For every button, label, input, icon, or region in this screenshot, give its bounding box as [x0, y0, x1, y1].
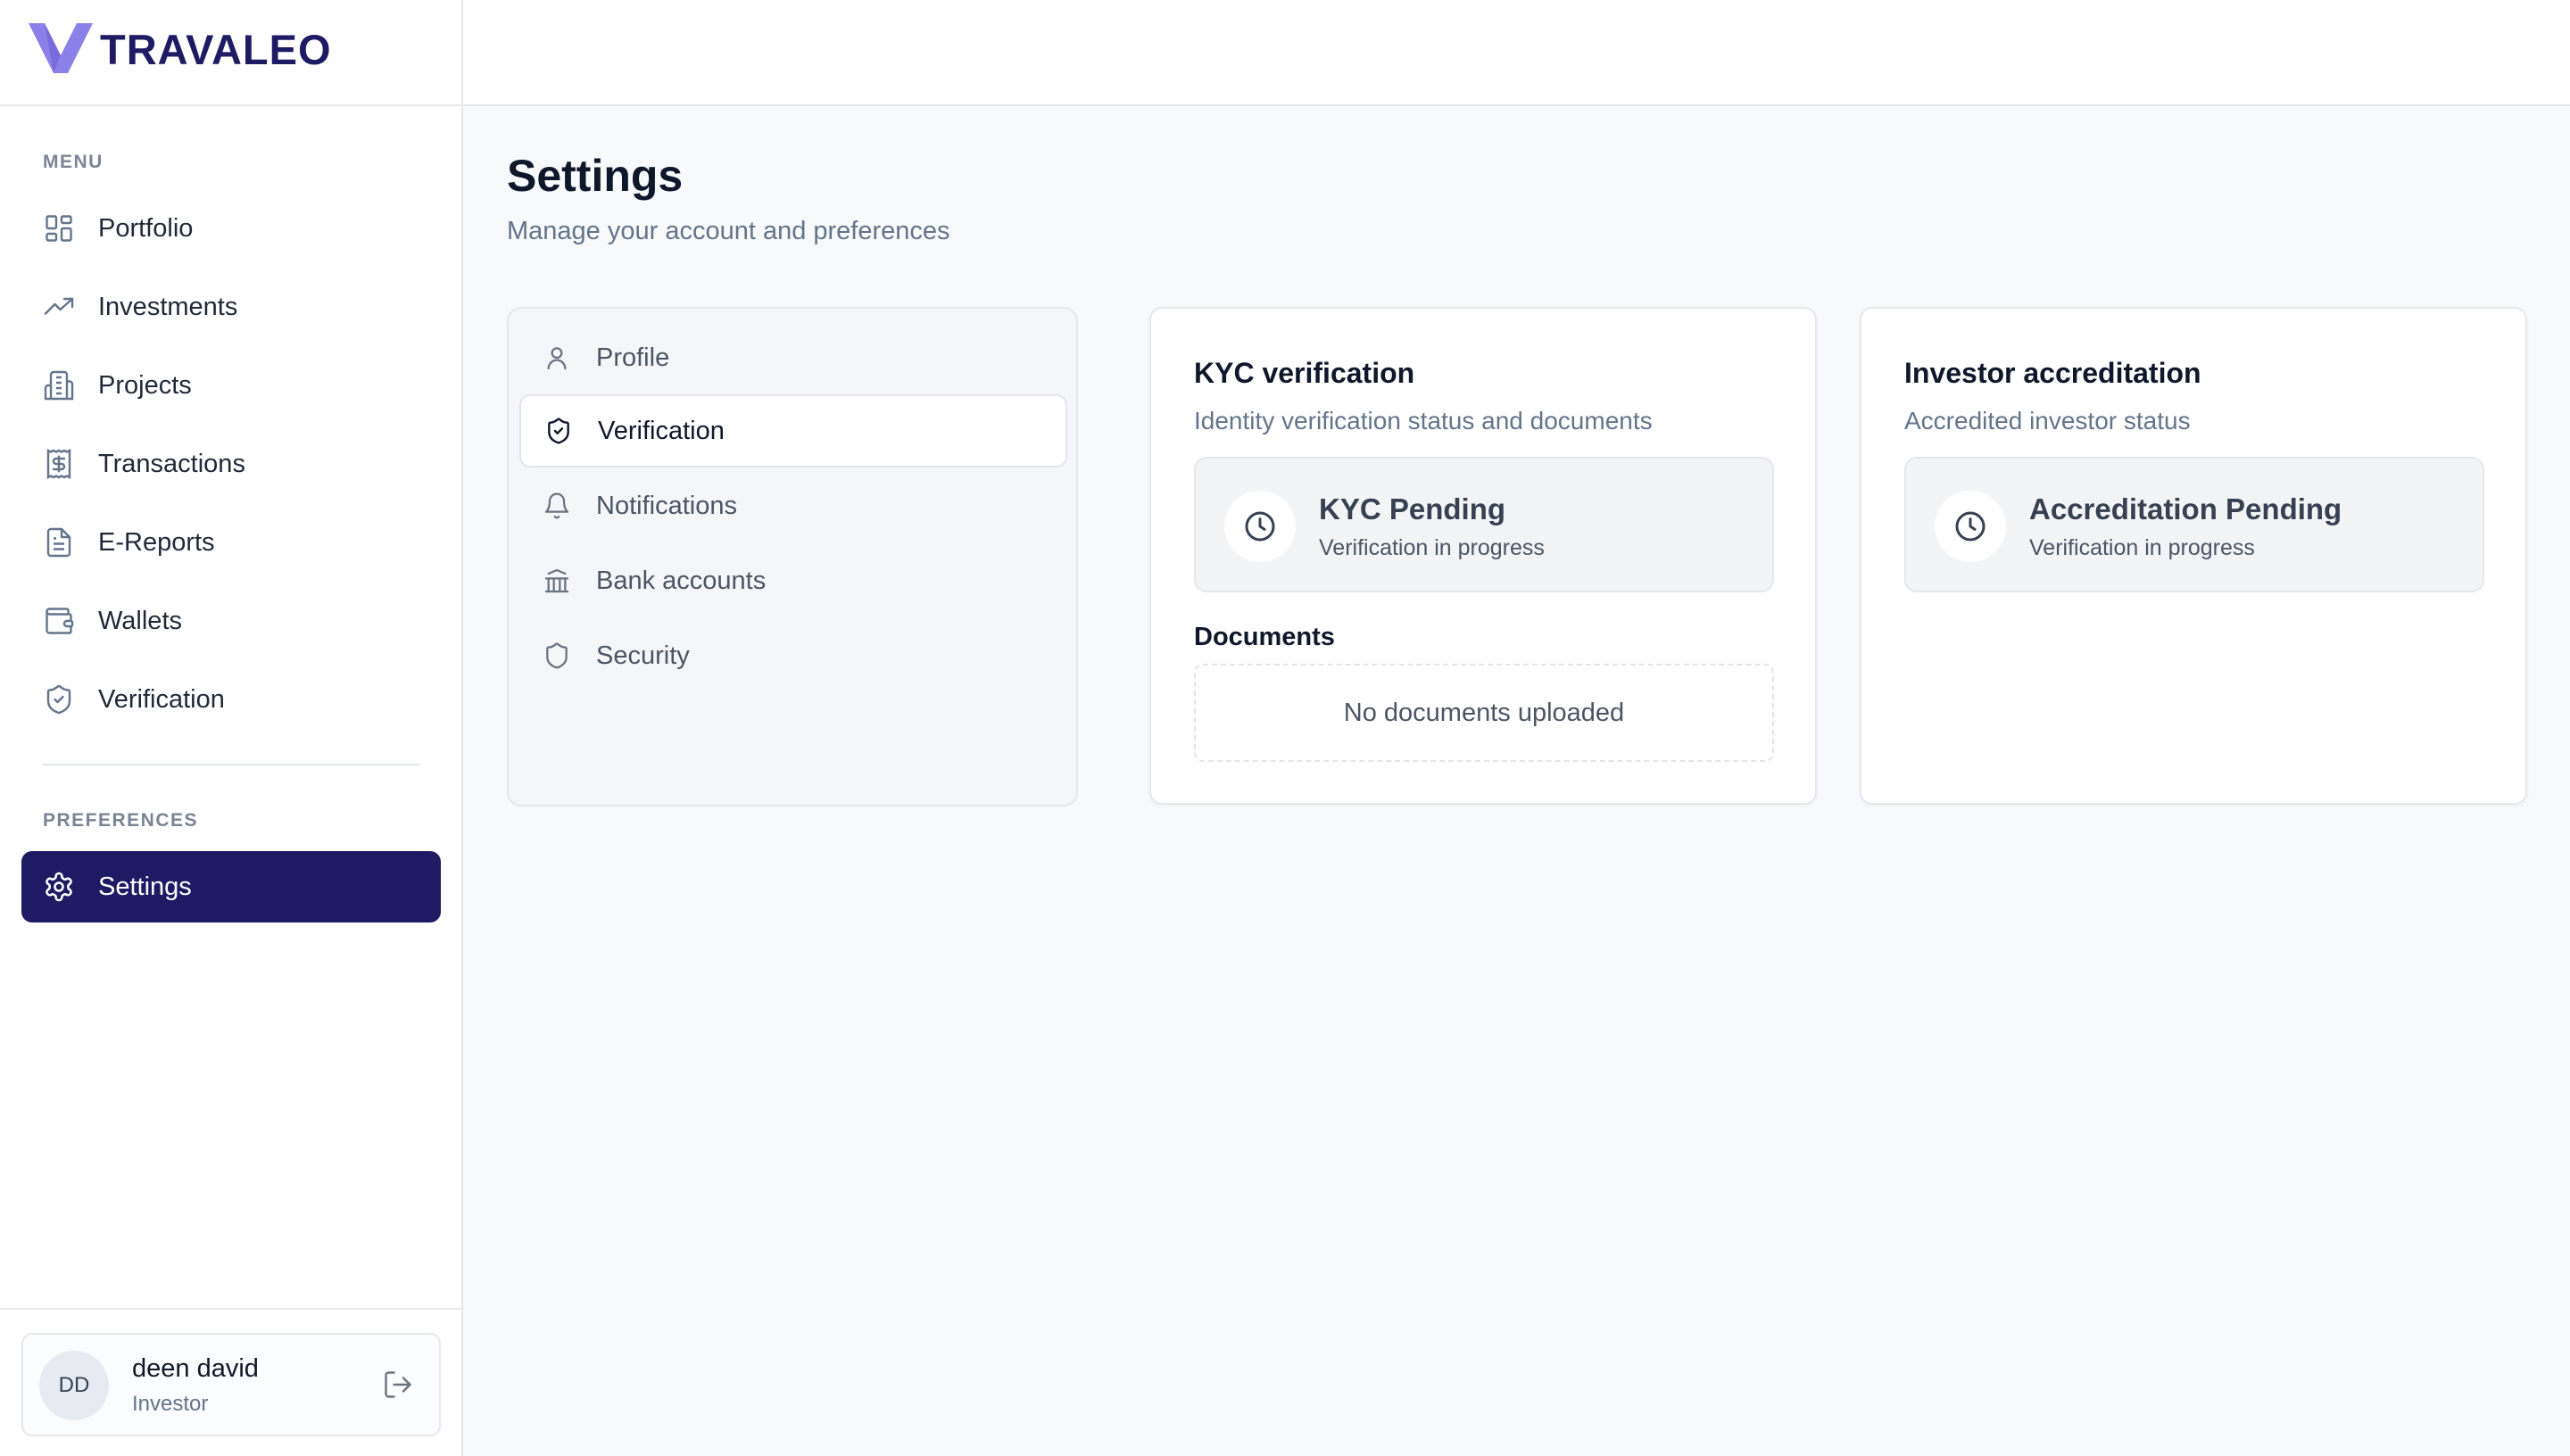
investor-accreditation-card: Investor accreditation Accredited invest…: [1860, 307, 2527, 805]
preferences-section-label: PREFERENCES: [43, 810, 199, 831]
card-description: Identity verification status and documen…: [1194, 407, 1653, 434]
logout-icon[interactable]: [382, 1369, 414, 1401]
settings-tab-notifications[interactable]: Notifications: [519, 469, 1067, 542]
gear-icon: [46, 872, 72, 902]
settings-nav: Profile Verification Notifications Bank …: [507, 307, 1078, 807]
sidebar-item-verification[interactable]: Verification: [21, 664, 441, 735]
card-title: Investor accreditation: [1904, 357, 2201, 389]
settings-tab-label: Bank accounts: [596, 566, 767, 595]
sidebar-item-wallets[interactable]: Wallets: [21, 585, 441, 657]
logo-icon: [27, 20, 95, 77]
settings-tab-label: Notifications: [596, 491, 737, 520]
settings-tab-security[interactable]: Security: [519, 619, 1067, 692]
sidebar-item-transactions[interactable]: Transactions: [21, 428, 441, 500]
brand-name: TRAVALEO: [100, 26, 332, 73]
accreditation-status-box: Accreditation Pending Verification in pr…: [1904, 457, 2484, 592]
document-icon: [46, 527, 71, 558]
wallet-icon: [46, 608, 74, 634]
bank-icon: [544, 568, 569, 593]
trending-up-icon: [44, 297, 74, 315]
status-subtitle: Verification in progress: [1319, 535, 1545, 560]
shield-check-icon: [548, 418, 569, 444]
sidebar-item-e-reports[interactable]: E-Reports: [21, 507, 441, 578]
settings-tab-label: Security: [596, 641, 690, 670]
kyc-verification-card: KYC verification Identity verification s…: [1149, 307, 1817, 805]
shield-check-icon: [46, 684, 71, 715]
settings-tab-label: Verification: [598, 416, 725, 445]
avatar: DD: [39, 1351, 109, 1420]
card-title: KYC verification: [1194, 357, 1415, 389]
kyc-status-box: KYC Pending Verification in progress: [1194, 457, 1774, 592]
settings-tab-verification[interactable]: Verification: [519, 394, 1067, 467]
logo-bar: TRAVALEO: [0, 0, 461, 106]
sidebar-item-label: E-Reports: [98, 527, 215, 557]
sidebar-item-label: Wallets: [98, 606, 182, 635]
receipt-dollar-icon: [46, 449, 71, 479]
sidebar-item-settings[interactable]: Settings: [21, 851, 441, 922]
sidebar-item-label: Portfolio: [98, 213, 194, 243]
documents-empty-state: No documents uploaded: [1194, 664, 1774, 762]
settings-tab-bank-accounts[interactable]: Bank accounts: [519, 544, 1067, 617]
sidebar-item-label: Investments: [98, 292, 238, 321]
shield-icon: [546, 642, 568, 669]
status-title: KYC Pending: [1319, 492, 1506, 525]
sidebar-item-label: Settings: [98, 872, 192, 901]
settings-tab-profile[interactable]: Profile: [519, 321, 1067, 394]
user-card: DD deen david Investor: [21, 1333, 441, 1436]
card-description: Accredited investor status: [1904, 407, 2191, 434]
user-name: deen david: [132, 1354, 259, 1383]
status-subtitle: Verification in progress: [2029, 535, 2255, 560]
documents-label: Documents: [1194, 623, 1335, 651]
sidebar-divider: [43, 764, 419, 765]
grid-icon: [46, 215, 72, 242]
clock-icon: [1935, 491, 2006, 562]
building-icon: [44, 370, 74, 401]
sidebar: TRAVALEO MENU Portfolio Investments Proj…: [0, 0, 463, 1456]
user-role: Investor: [132, 1392, 209, 1416]
user-area: DD deen david Investor: [0, 1308, 461, 1456]
clock-icon: [1224, 491, 1296, 562]
sidebar-item-projects[interactable]: Projects: [21, 350, 441, 421]
sidebar-item-investments[interactable]: Investments: [21, 271, 441, 343]
bell-icon: [544, 492, 569, 519]
sidebar-item-label: Verification: [98, 684, 225, 714]
sidebar-item-label: Transactions: [98, 449, 245, 478]
status-title: Accreditation Pending: [2029, 492, 2342, 525]
sidebar-item-portfolio[interactable]: Portfolio: [21, 193, 441, 264]
page-title: Settings: [507, 151, 684, 201]
menu-section-label: MENU: [43, 152, 104, 172]
page-subtitle: Manage your account and preferences: [507, 217, 950, 245]
sidebar-item-label: Projects: [98, 370, 192, 400]
top-bar: [463, 0, 2570, 106]
user-icon: [547, 347, 567, 370]
settings-tab-label: Profile: [596, 343, 670, 372]
